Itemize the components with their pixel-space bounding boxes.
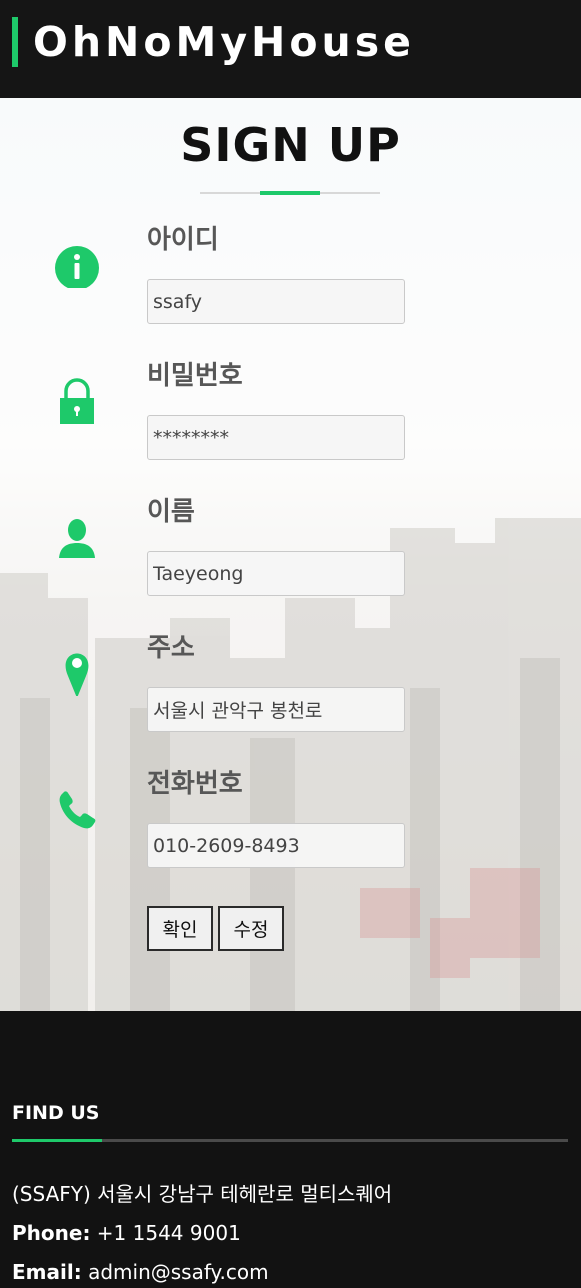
footer-email: Email: admin@ssafy.com — [12, 1259, 269, 1285]
info-icon — [55, 246, 99, 288]
footer-title: FIND US — [12, 1102, 100, 1124]
location-pin-icon — [65, 653, 89, 696]
footer-phone-value: +1 1544 9001 — [96, 1221, 241, 1245]
brand-logo-text[interactable]: OhNoMyHouse — [33, 16, 415, 68]
page-title: SIGN UP — [180, 118, 401, 172]
footer-email-value[interactable]: admin@ssafy.com — [88, 1260, 269, 1284]
password-input[interactable] — [147, 415, 405, 460]
field-phone: 전화번호 — [0, 768, 581, 898]
phone-icon — [59, 791, 96, 829]
footer: FIND US (SSAFY) 서울시 강남구 테헤란로 멀티스퀘어 Phone… — [0, 1011, 581, 1288]
field-id: 아이디 — [0, 224, 581, 354]
field-address: 주소 — [0, 632, 581, 762]
field-password: 비밀번호 — [0, 360, 581, 490]
brand-accent-bar — [12, 17, 18, 67]
id-input[interactable] — [147, 279, 405, 324]
phone-input[interactable] — [147, 823, 405, 868]
field-name: 이름 — [0, 496, 581, 626]
footer-email-label: Email: — [12, 1260, 82, 1284]
name-input[interactable] — [147, 551, 405, 596]
edit-button[interactable]: 수정 — [218, 906, 284, 951]
field-label-name: 이름 — [147, 497, 195, 527]
signup-section: SIGN UP 아이디 비밀번호 이름 주 — [0, 98, 581, 1011]
footer-phone: Phone: +1 1544 9001 — [12, 1220, 241, 1246]
lock-icon — [60, 378, 94, 424]
title-divider-accent — [260, 191, 320, 195]
footer-address: (SSAFY) 서울시 강남구 테헤란로 멀티스퀘어 — [12, 1182, 393, 1206]
field-label-password: 비밀번호 — [147, 361, 243, 391]
top-navbar: OhNoMyHouse — [0, 0, 581, 98]
confirm-button[interactable]: 확인 — [147, 906, 213, 951]
field-label-id: 아이디 — [147, 225, 219, 255]
field-label-address: 주소 — [147, 633, 195, 663]
field-label-phone: 전화번호 — [147, 769, 243, 799]
user-icon — [59, 519, 95, 558]
footer-phone-label: Phone: — [12, 1221, 91, 1245]
footer-divider-accent — [12, 1139, 102, 1142]
address-input[interactable] — [147, 687, 405, 732]
